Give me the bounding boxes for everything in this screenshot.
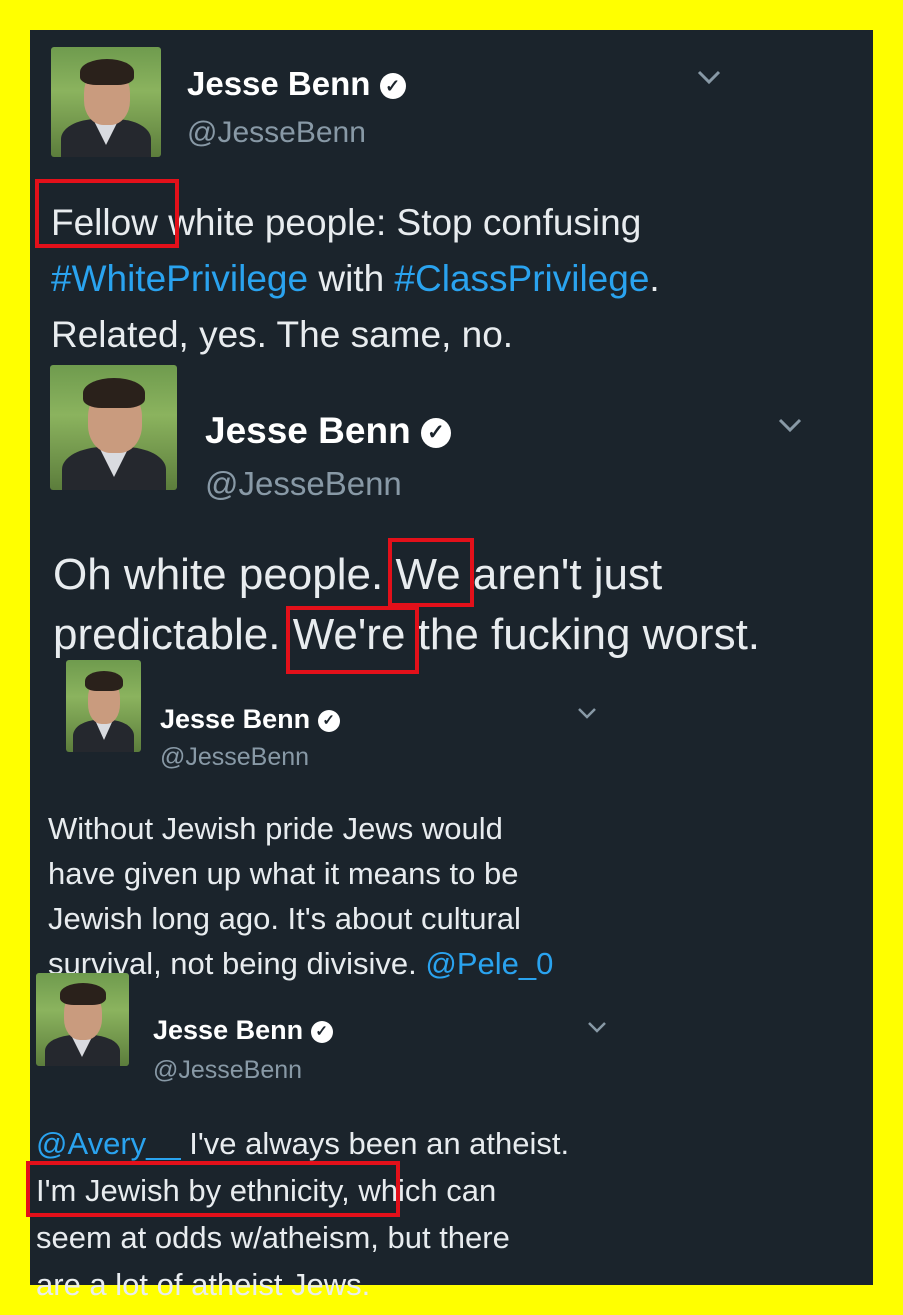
tweet-3: Jesse Benn ✓ @JesseBenn Without Jewish p… xyxy=(30,660,873,981)
tweet-line: @Avery__ I've always been an atheist. xyxy=(36,1126,570,1161)
handle[interactable]: @JesseBenn xyxy=(160,743,309,772)
tweet-2: Jesse Benn ✓ @JesseBenn Oh white people.… xyxy=(30,360,873,674)
screenshot-panel: Jesse Benn ✓ @JesseBenn Fellow white peo… xyxy=(26,30,873,1302)
verified-check-icon: ✓ xyxy=(379,73,406,100)
display-name[interactable]: Jesse Benn ✓ xyxy=(187,65,406,103)
tweet-line: seem at odds w/atheism, but there xyxy=(36,1220,510,1255)
tweet-line: are a lot of atheist Jews. xyxy=(36,1267,371,1302)
tweet-line: Without Jewish pride Jews would xyxy=(48,811,503,846)
tweet-line: Jewish long ago. It's about cultural xyxy=(48,901,521,936)
avatar[interactable] xyxy=(50,365,177,490)
highlight-box xyxy=(26,1161,400,1217)
hashtag-link[interactable]: #WhitePrivilege xyxy=(51,258,308,299)
handle[interactable]: @JesseBenn xyxy=(187,116,366,150)
display-name[interactable]: Jesse Benn ✓ xyxy=(160,704,340,735)
display-name[interactable]: Jesse Benn ✓ xyxy=(153,1015,333,1046)
chevron-down-icon[interactable] xyxy=(777,416,803,439)
tweet-line: #WhitePrivilege with #ClassPrivilege. xyxy=(51,258,660,299)
verified-check-icon: ✓ xyxy=(317,709,340,732)
chevron-down-icon[interactable] xyxy=(576,706,598,726)
avatar[interactable] xyxy=(36,973,129,1066)
display-name[interactable]: Jesse Benn ✓ xyxy=(205,410,451,452)
avatar[interactable] xyxy=(51,47,161,157)
tweet-line: Related, yes. The same, no. xyxy=(51,314,514,355)
avatar[interactable] xyxy=(66,660,141,752)
hashtag-link[interactable]: #ClassPrivilege xyxy=(394,258,649,299)
tweet-1: Jesse Benn ✓ @JesseBenn Fellow white peo… xyxy=(30,30,873,360)
verified-check-icon: ✓ xyxy=(420,418,451,449)
verified-check-icon: ✓ xyxy=(310,1020,333,1043)
handle[interactable]: @JesseBenn xyxy=(205,465,402,503)
highlight-box xyxy=(35,179,179,248)
chevron-down-icon[interactable] xyxy=(696,68,722,91)
tweet-text: Without Jewish pride Jews would have giv… xyxy=(48,806,553,986)
chevron-down-icon[interactable] xyxy=(586,1020,608,1040)
handle[interactable]: @JesseBenn xyxy=(153,1056,302,1085)
tweet-4: Jesse Benn ✓ @JesseBenn @Avery__ I've al… xyxy=(26,970,873,1302)
highlight-box xyxy=(388,538,474,607)
mention-link[interactable]: @Avery__ xyxy=(36,1126,181,1161)
tweet-line: have given up what it means to be xyxy=(48,856,519,891)
